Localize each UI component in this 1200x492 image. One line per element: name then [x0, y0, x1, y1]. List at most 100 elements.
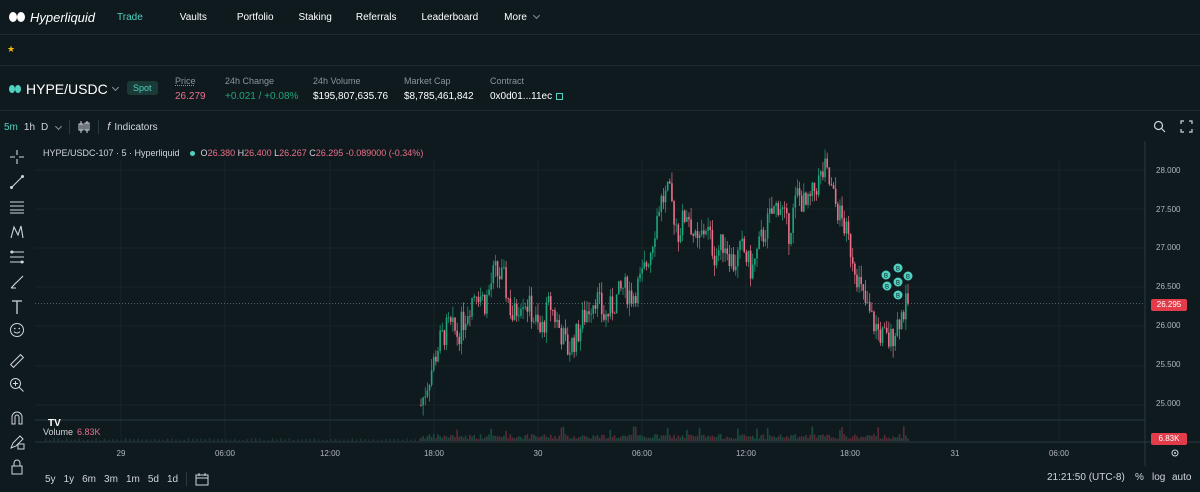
zoom-in-icon[interactable] — [9, 377, 25, 393]
nav-leaderboard[interactable]: Leaderboard — [421, 12, 478, 23]
stat-value: 26.279 — [175, 91, 206, 102]
text-icon[interactable] — [9, 299, 25, 315]
candle-body — [866, 301, 869, 303]
volume-bar — [605, 438, 607, 441]
trendline-icon[interactable] — [9, 174, 25, 190]
stat-value[interactable]: 0x0d01...11ec — [490, 91, 564, 102]
pattern-icon[interactable] — [9, 224, 25, 240]
range-5d[interactable]: 5d — [148, 474, 159, 485]
volume-bar — [905, 435, 907, 441]
nav-more[interactable]: More — [504, 11, 541, 23]
volume-bar — [301, 439, 303, 441]
fullscreen-icon[interactable] — [1180, 120, 1193, 133]
candle-body — [802, 192, 805, 212]
timeframe-d[interactable]: D — [41, 122, 48, 133]
gear-icon[interactable] — [1170, 448, 1180, 458]
range-5y[interactable]: 5y — [45, 474, 56, 485]
external-link-icon[interactable] — [556, 93, 564, 100]
candle-body — [549, 296, 552, 311]
indicators-button[interactable]: Indicators — [114, 122, 157, 133]
volume-bar — [634, 426, 637, 441]
volume-bar — [571, 438, 573, 441]
range-1d[interactable]: 1d — [167, 474, 178, 485]
log-toggle[interactable]: log — [1152, 472, 1165, 483]
price-chart[interactable]: BBBBBB — [35, 141, 1200, 466]
logo[interactable]: Hyperliquid — [9, 10, 97, 25]
candle-body — [641, 268, 643, 274]
legend-high: 26.400 — [244, 148, 272, 158]
volume-bar — [745, 436, 748, 441]
candle-body — [620, 281, 622, 289]
pair-name[interactable]: HYPE/USDC — [26, 81, 108, 97]
candle-body — [722, 234, 724, 253]
percent-toggle[interactable]: % — [1135, 472, 1144, 483]
range-1y[interactable]: 1y — [64, 474, 75, 485]
range-6m[interactable]: 6m — [82, 474, 96, 485]
x-axis-tick: 18:00 — [839, 449, 861, 458]
nav-staking[interactable]: Staking — [299, 12, 332, 23]
candle-body — [683, 210, 686, 222]
candle-body — [526, 306, 529, 312]
volume-bar — [313, 438, 316, 441]
stat-price: Price 26.279 — [175, 76, 206, 102]
volume-bar — [703, 434, 705, 441]
volume-bar — [779, 434, 782, 441]
volume-bar — [600, 434, 603, 441]
candle-body — [479, 296, 482, 303]
ruler-icon[interactable] — [9, 353, 25, 369]
candle-body — [826, 158, 828, 168]
volume-bar — [552, 438, 554, 441]
candle-body — [771, 208, 773, 214]
calendar-icon[interactable] — [195, 472, 209, 486]
candle-type-icon[interactable] — [78, 120, 90, 134]
brush-icon[interactable] — [9, 274, 25, 290]
volume-bar — [630, 435, 633, 441]
candle-body — [494, 261, 497, 266]
crosshair-icon[interactable] — [9, 149, 25, 165]
volume-bar — [276, 439, 278, 441]
zoom-search-icon[interactable] — [1153, 120, 1166, 133]
candle-body — [700, 230, 703, 235]
magnet-icon[interactable] — [9, 410, 25, 426]
volume-bar — [698, 427, 701, 441]
volume-bar — [145, 439, 148, 441]
horizontal-lines-icon[interactable] — [9, 199, 25, 215]
nav-portfolio[interactable]: Portfolio — [237, 12, 274, 23]
timeframe-1h[interactable]: 1h — [24, 122, 35, 133]
nav-referrals[interactable]: Referrals — [356, 12, 397, 23]
volume-bar — [566, 435, 569, 441]
indicators-icon[interactable]: f — [107, 121, 110, 133]
volume-bar — [871, 435, 873, 441]
emoji-icon[interactable] — [9, 322, 25, 338]
chevron-down-icon — [532, 11, 541, 19]
volume-bar — [543, 434, 546, 441]
chevron-down-icon[interactable] — [55, 122, 63, 130]
volume-bar — [690, 434, 692, 441]
candle-body — [741, 238, 743, 242]
nav-vaults[interactable]: Vaults — [180, 12, 207, 23]
range-3m[interactable]: 3m — [104, 474, 118, 485]
fib-icon[interactable] — [9, 249, 25, 265]
volume-bar — [204, 439, 206, 441]
candle-body — [862, 284, 865, 291]
contract-address[interactable]: 0x0d01...11ec — [490, 91, 552, 102]
chevron-down-icon[interactable] — [111, 83, 120, 92]
candle-body — [518, 315, 520, 317]
timeframe-5m[interactable]: 5m — [4, 122, 18, 133]
volume-bar — [368, 439, 370, 441]
nav-trade[interactable]: Trade — [117, 12, 143, 23]
candle-body — [458, 336, 461, 345]
clock[interactable]: 21:21:50 (UTC-8) — [1047, 472, 1125, 483]
candle-body — [452, 317, 454, 322]
volume-bar — [372, 439, 374, 441]
candle-body — [715, 255, 718, 266]
range-1m[interactable]: 1m — [126, 474, 140, 485]
lock-pencil-icon[interactable] — [9, 434, 25, 450]
star-icon[interactable]: ★ — [7, 44, 15, 55]
auto-toggle[interactable]: auto — [1172, 472, 1191, 483]
volume-bar — [469, 434, 471, 441]
volume-bar — [112, 439, 114, 441]
volume-bar — [435, 438, 437, 441]
volume-bar — [158, 439, 160, 441]
volume-bar — [95, 438, 97, 441]
